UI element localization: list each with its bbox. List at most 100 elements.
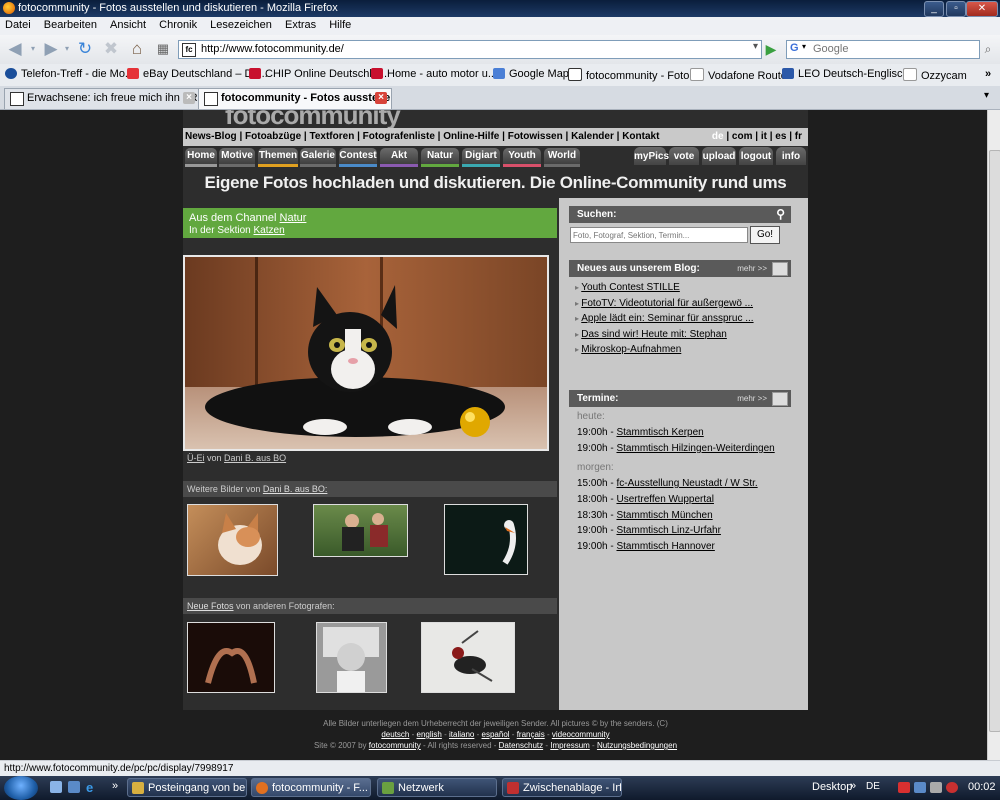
close-tab-icon[interactable]: × (375, 92, 387, 104)
url-dropdown-icon[interactable]: ▾ (753, 41, 758, 52)
thumbnail-hands[interactable] (187, 622, 275, 693)
minimize-button[interactable]: _ (924, 1, 944, 17)
blog-item[interactable]: Apple lädt ein: Seminar für ansspruc ... (575, 311, 795, 327)
search-bar[interactable]: G ▾ (786, 40, 980, 59)
blog-item[interactable]: FotoTV: Videotutorial für außergewö ... (575, 296, 795, 312)
maximize-button[interactable]: ▫ (946, 1, 966, 17)
forward-icon[interactable]: ▶ (40, 39, 62, 59)
featured-photo[interactable] (183, 255, 549, 451)
tab-list-icon[interactable]: ▾ (984, 90, 989, 101)
search-engine-dropdown-icon[interactable]: ▾ (802, 42, 806, 51)
blog-more-link[interactable]: mehr >> (737, 260, 767, 277)
tab-world[interactable]: World (544, 148, 580, 167)
tab-home[interactable]: Home (185, 148, 217, 167)
tab-motive[interactable]: Motive (219, 148, 255, 167)
taskbar-item[interactable]: Posteingang von be... (127, 778, 247, 797)
switch-windows-icon[interactable] (68, 781, 80, 793)
menu-lesezeichen[interactable]: Lesezeichen (205, 17, 277, 31)
back-dropdown-icon[interactable]: ▾ (28, 39, 38, 59)
page-scrollbar[interactable] (987, 110, 1000, 760)
bookmarks-overflow-icon[interactable]: » (985, 68, 991, 80)
taskbar-item[interactable]: Netzwerk (377, 778, 497, 797)
tray-antivirus-icon[interactable] (898, 782, 910, 793)
language-indicator[interactable]: DE (866, 781, 880, 792)
desktop-toolbar-label[interactable]: Desktop (812, 781, 852, 793)
menu-hilfe[interactable]: Hilfe (324, 17, 356, 31)
tab-youth[interactable]: Youth (503, 148, 541, 167)
thumbnail-insect[interactable] (421, 622, 515, 693)
tray-app-icon[interactable] (946, 782, 958, 793)
photo-title-link[interactable]: Ü-Ei (187, 453, 205, 463)
start-button[interactable] (4, 776, 38, 800)
google-icon[interactable]: G (790, 42, 802, 55)
termine-more-link[interactable]: mehr >> (737, 390, 767, 407)
back-icon[interactable]: ◀ (4, 39, 26, 59)
quicklaunch-overflow-icon[interactable]: » (112, 780, 118, 792)
home-icon[interactable]: ⌂ (126, 39, 148, 59)
upload-button[interactable]: upload (702, 147, 736, 165)
scrollbar-thumb[interactable] (989, 150, 1000, 732)
tray-network-icon[interactable] (914, 782, 926, 793)
site-logo[interactable]: fotocommunity (183, 110, 808, 128)
stop-icon[interactable]: ✖ (100, 39, 122, 59)
menu-bearbeiten[interactable]: Bearbeiten (39, 17, 102, 31)
thumbnail-photographers[interactable] (313, 504, 408, 557)
bookmark-item[interactable]: Google Maps (493, 68, 574, 80)
search-icon[interactable]: ⌕ (980, 39, 996, 59)
logout-button[interactable]: logout (739, 147, 773, 165)
bookmark-item[interactable]: CHIP Online Deutschla... (249, 68, 387, 80)
taskbar-item[interactable]: Zwischenablage - Irf... (502, 778, 622, 797)
tab-galerie[interactable]: Galerie (300, 148, 336, 167)
bookmark-icon[interactable]: ▦ (152, 39, 174, 59)
bookmark-item[interactable]: Vodafone Router (690, 68, 791, 82)
vote-button[interactable]: vote (669, 147, 699, 165)
tab-akt[interactable]: Akt (380, 148, 418, 167)
channel-link[interactable]: Natur (280, 212, 307, 224)
bookmark-item[interactable]: Home - auto motor u... (371, 68, 497, 80)
taskbar-item[interactable]: fotocommunity - F... (251, 778, 371, 797)
bookmark-item[interactable]: Ozzycam (903, 68, 967, 82)
rss-icon[interactable] (772, 262, 788, 276)
language-switcher[interactable]: de | com | it | es | fr (712, 128, 802, 146)
new-photos-link[interactable]: Neue Fotos (187, 601, 234, 611)
thumbnail-swan[interactable] (444, 504, 528, 575)
go-icon[interactable]: ▶ (762, 39, 780, 59)
search-input[interactable] (811, 42, 975, 56)
menu-extras[interactable]: Extras (280, 17, 321, 31)
tab-themen[interactable]: Themen (258, 148, 298, 167)
clock[interactable]: 00:02 (968, 781, 996, 793)
thumbnail-cat[interactable] (187, 504, 278, 576)
tab-digiart[interactable]: Digiart (462, 148, 500, 167)
search-go-button[interactable]: Go! (750, 226, 780, 244)
url-bar[interactable]: fc ▾ (178, 40, 762, 59)
internet-explorer-icon[interactable]: e (86, 780, 93, 795)
thumbnail-child[interactable] (316, 622, 387, 693)
close-tab-icon[interactable]: × (183, 92, 195, 104)
info-button[interactable]: info (776, 147, 806, 165)
photo-author-link[interactable]: Dani B. aus BO (224, 453, 286, 463)
section-link[interactable]: Katzen (254, 225, 285, 236)
url-input[interactable] (199, 42, 743, 56)
mypics-button[interactable]: myPics (634, 147, 669, 165)
blog-item[interactable]: Das sind wir! Heute mit: Stephan (575, 327, 795, 343)
blog-item[interactable]: Youth Contest STILLE (575, 280, 795, 296)
tab-contest[interactable]: Contest (339, 148, 377, 167)
bookmark-item[interactable]: fotocommunity - Foto... (568, 68, 698, 82)
tab-fotocommunity[interactable]: fotocommunity - Fotos ausstellen... × (198, 88, 392, 109)
tray-volume-icon[interactable] (930, 782, 942, 793)
tab-erwachsene[interactable]: Erwachsene: ich freue mich ihn FRE... × (4, 88, 200, 109)
bookmark-item[interactable]: Telefon-Treff - die Mo... (5, 68, 134, 80)
calendar-icon[interactable] (772, 392, 788, 406)
bookmark-item[interactable]: eBay Deutschland – De... (127, 68, 268, 80)
menu-ansicht[interactable]: Ansicht (105, 17, 151, 31)
desktop-overflow-icon[interactable]: » (850, 780, 856, 792)
blog-item[interactable]: Mikroskop-Aufnahmen (575, 342, 795, 358)
tab-natur[interactable]: Natur (421, 148, 459, 167)
bookmark-item[interactable]: LEO Deutsch-Englisch... (782, 68, 918, 80)
forward-dropdown-icon[interactable]: ▾ (62, 39, 72, 59)
show-desktop-icon[interactable] (50, 781, 62, 793)
menu-chronik[interactable]: Chronik (154, 17, 202, 31)
author-link[interactable]: Dani B. aus BO: (263, 484, 328, 494)
top-nav-links[interactable]: News-Blog | Fotoabzüge | Textforen | Fot… (185, 128, 659, 146)
reload-icon[interactable]: ↻ (74, 39, 96, 59)
